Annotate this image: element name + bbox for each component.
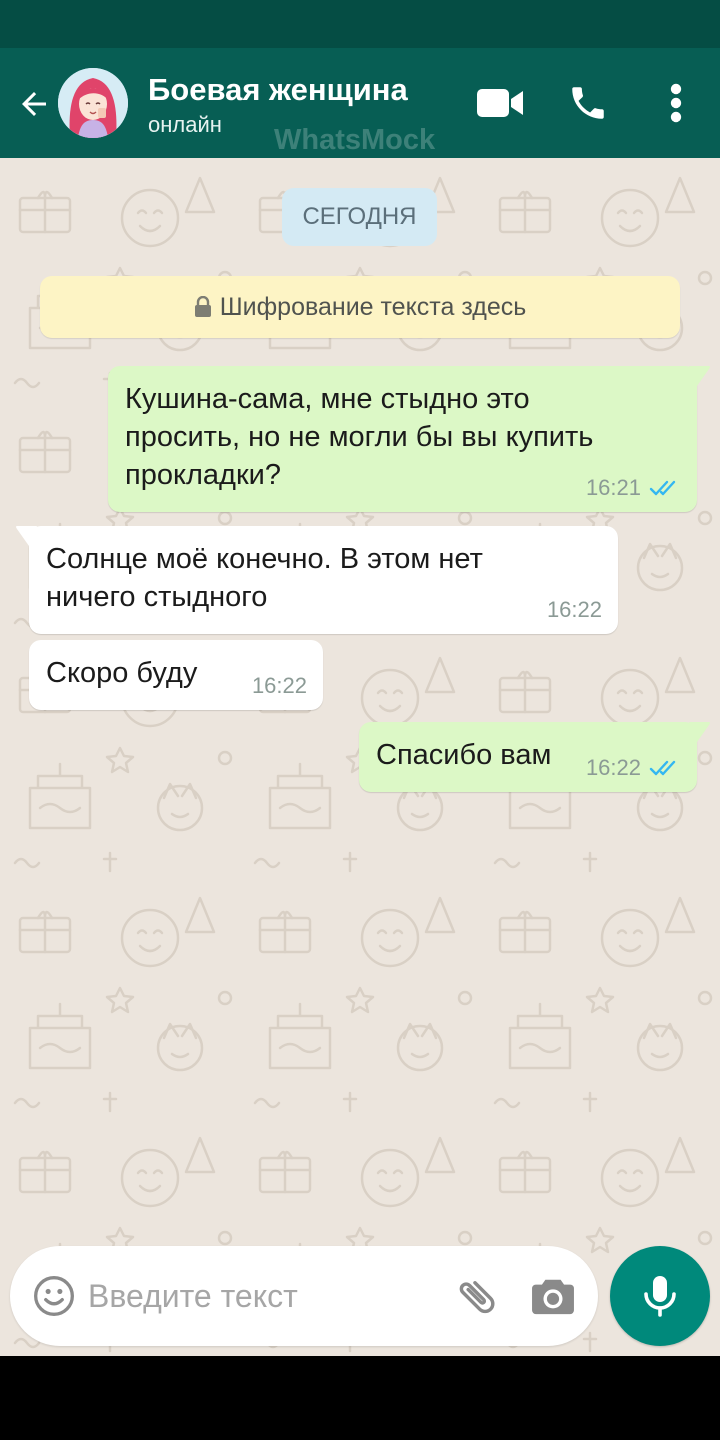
attach-button[interactable]	[452, 1274, 502, 1320]
system-navigation-bar	[0, 1356, 720, 1440]
message-bubble-incoming[interactable]: Скоро буду 16:22	[29, 640, 323, 710]
contact-avatar[interactable]	[58, 68, 128, 138]
more-vert-icon	[670, 83, 682, 123]
camera-button[interactable]	[530, 1276, 580, 1318]
back-button[interactable]	[12, 82, 56, 126]
video-call-icon	[477, 89, 523, 117]
emoji-icon	[34, 1276, 74, 1316]
message-input[interactable]	[88, 1270, 428, 1322]
message-bubble-incoming[interactable]: Солнце моё конечно. В этом нет ничего ст…	[16, 526, 618, 634]
video-call-button[interactable]	[474, 78, 528, 128]
message-time: 16:21	[585, 475, 641, 500]
read-receipt-icon	[649, 478, 681, 498]
phone-icon	[572, 87, 604, 119]
message-bubble-outgoing[interactable]: Кушина-сама, мне стыдно это просить, но …	[108, 366, 710, 512]
bubble-tail	[16, 526, 37, 546]
read-receipt-icon	[649, 758, 681, 778]
watermark: WhatsMock	[274, 124, 436, 156]
message-time: 16:22	[546, 597, 602, 622]
back-arrow-icon	[22, 92, 46, 116]
message-bubble-outgoing[interactable]: Спасибо вам 16:22	[359, 722, 710, 792]
lock-icon	[194, 296, 212, 318]
message-time: 16:22	[251, 673, 307, 698]
voice-call-button[interactable]	[564, 78, 612, 128]
contact-status: онлайн	[148, 112, 222, 137]
avatar-image	[58, 68, 128, 138]
message-text: Спасибо вам	[376, 739, 552, 771]
chat-header: Боевая женщина онлайн WhatsMock	[0, 48, 720, 158]
emoji-button[interactable]	[32, 1274, 76, 1318]
status-bar	[0, 0, 720, 48]
voice-message-button[interactable]	[610, 1246, 710, 1346]
contact-name[interactable]: Боевая женщина	[148, 72, 408, 108]
bubble-tail	[689, 722, 710, 742]
message-text: Кушина-сама, мне стыдно это просить, но …	[125, 383, 594, 491]
attach-icon	[459, 1281, 495, 1314]
bubble-tail	[689, 366, 710, 386]
mic-icon	[644, 1276, 676, 1317]
message-time: 16:22	[585, 755, 641, 780]
date-divider: СЕГОДНЯ	[282, 188, 437, 246]
more-options-button[interactable]	[656, 78, 696, 128]
message-composer	[10, 1246, 598, 1346]
chat-area[interactable]: СЕГОДНЯ Шифрование текста здесь Кушина-с…	[0, 158, 720, 1356]
message-text: Скоро буду	[46, 657, 198, 689]
camera-icon	[532, 1279, 574, 1315]
message-text: Солнце моё конечно. В этом нет ничего ст…	[46, 543, 483, 613]
encryption-notice[interactable]: Шифрование текста здесь	[40, 276, 680, 338]
encryption-notice-text: Шифрование текста здесь	[219, 292, 527, 321]
